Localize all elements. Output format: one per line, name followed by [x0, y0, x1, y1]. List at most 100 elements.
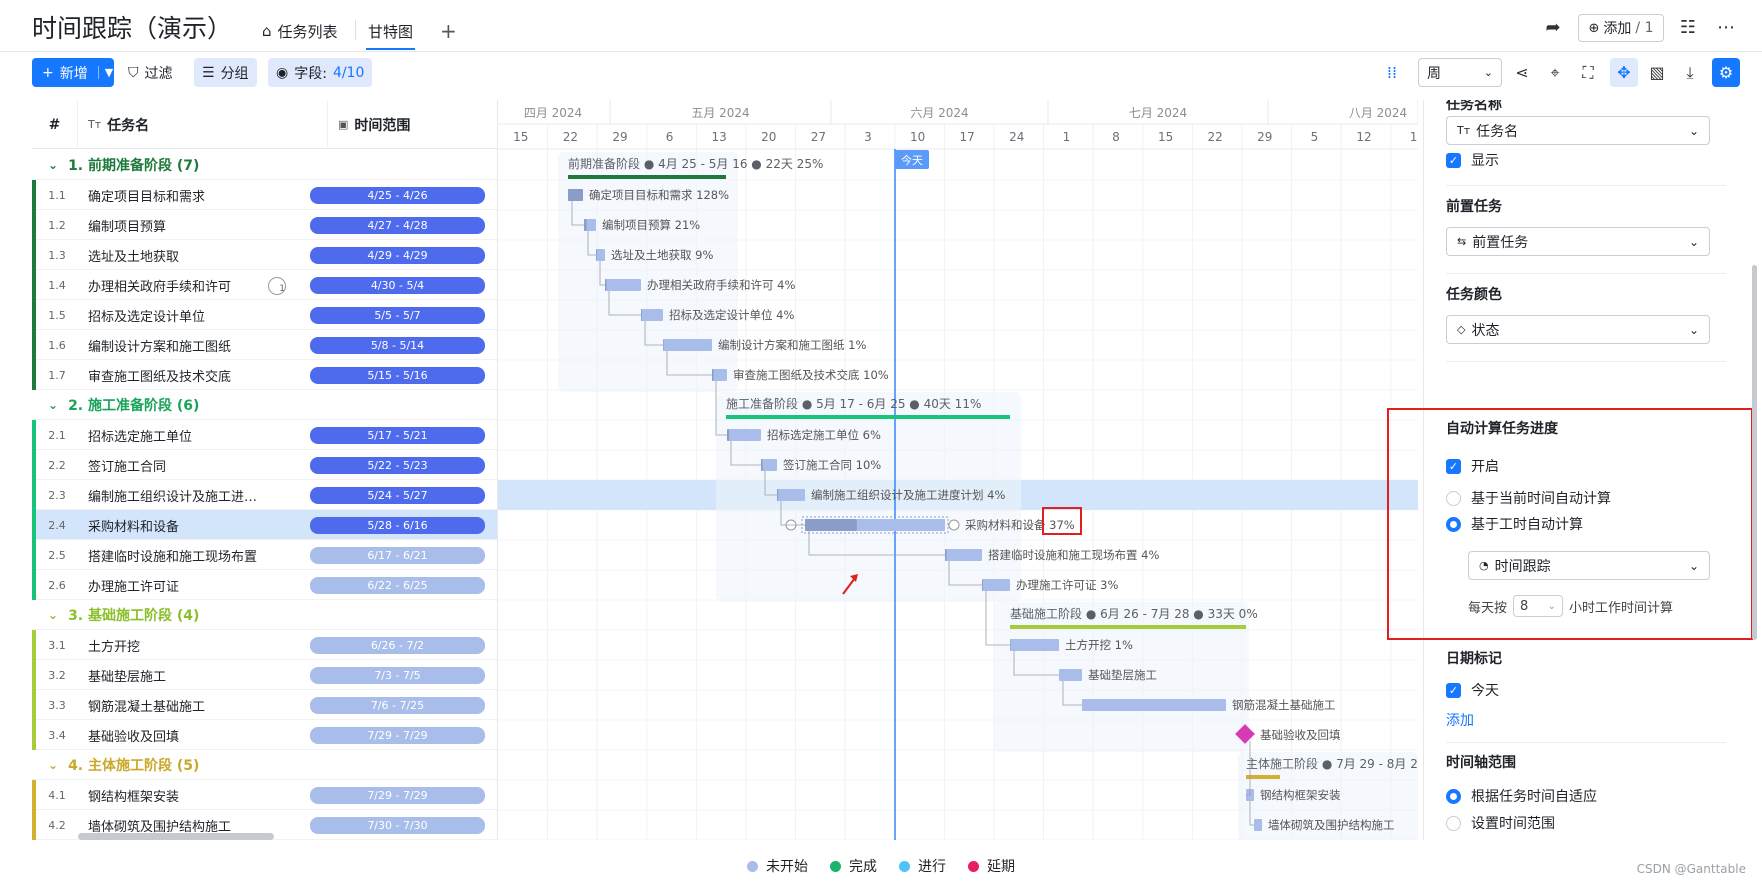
date-mark-today-checkbox[interactable]: ✓ 今天	[1446, 680, 1499, 700]
table-row[interactable]: 2.3 编制施工组织设计及施工进… 5/24 - 5/27	[32, 480, 497, 510]
task-bar[interactable]	[1010, 639, 1059, 651]
task-bar[interactable]	[945, 549, 982, 561]
chevron-down-icon[interactable]: ⌄	[48, 608, 58, 622]
task-name-cell[interactable]: 签订施工合同	[88, 450, 322, 480]
table-row[interactable]: 2.1 招标选定施工单位 5/17 - 5/21	[32, 420, 497, 450]
time-range-pill[interactable]: 4/27 - 4/28	[310, 217, 485, 234]
group-button[interactable]: ☰ 分组	[194, 58, 257, 87]
task-color-select[interactable]: ◇ 状态 ⌄	[1446, 315, 1710, 344]
tab-task-list[interactable]: ⌂ 任务列表	[262, 16, 338, 46]
horizontal-scrollbar[interactable]	[78, 833, 274, 840]
add-date-mark-link[interactable]: 添加	[1446, 710, 1474, 730]
task-bar[interactable]	[727, 429, 761, 441]
time-range-pill[interactable]: 5/22 - 5/23	[310, 457, 485, 474]
task-name-cell[interactable]: 编制项目预算	[88, 210, 322, 240]
task-name-cell[interactable]: 确定项目目标和需求	[88, 180, 322, 210]
time-range-pill[interactable]: 4/30 - 5/4	[310, 277, 485, 294]
time-range-pill[interactable]: 5/24 - 5/27	[310, 487, 485, 504]
group-summary-bar[interactable]	[1246, 775, 1280, 779]
time-range-pill[interactable]: 6/26 - 7/2	[310, 637, 485, 654]
expand-icon[interactable]: ✥	[1610, 58, 1638, 87]
table-row[interactable]: 2.4 采购材料和设备 5/28 - 6/16	[32, 510, 497, 540]
table-row[interactable]: 3.1 土方开挖 6/26 - 7/2	[32, 630, 497, 660]
filter-button[interactable]: ⛉ 过滤	[120, 58, 181, 87]
table-row[interactable]: 2.2 签订施工合同 5/22 - 5/23	[32, 450, 497, 480]
locate-icon[interactable]: ⌖	[1541, 58, 1569, 87]
task-name-cell[interactable]: 选址及土地获取	[88, 240, 322, 270]
column-task-name[interactable]: Tт 任务名	[78, 100, 328, 149]
add-view-button[interactable]: +	[440, 16, 457, 46]
table-row[interactable]: 1.5 招标及选定设计单位 5/5 - 5/7	[32, 300, 497, 330]
table-row[interactable]: 3.3 钢筋混凝土基础施工 7/6 - 7/25	[32, 690, 497, 720]
task-name-cell[interactable]: 办理相关政府手续和许可	[88, 270, 322, 300]
predecessor-select[interactable]: ⇆ 前置任务 ⌄	[1446, 227, 1710, 256]
time-range-pill[interactable]: 5/17 - 5/21	[310, 427, 485, 444]
time-range-pill[interactable]: 6/22 - 6/25	[310, 577, 485, 594]
range-custom-radio[interactable]: 设置时间范围	[1446, 813, 1555, 833]
table-row[interactable]: 1.3 选址及土地获取 4/29 - 4/29	[32, 240, 497, 270]
share-icon[interactable]: ➦	[1540, 14, 1566, 40]
column-time-range[interactable]: ▣ 时间范围	[328, 100, 497, 149]
group-row[interactable]: ⌄ 1. 前期准备阶段 (7)	[32, 150, 497, 180]
table-row[interactable]: 1.4 办理相关政府手续和许可 1 4/30 - 5/4	[32, 270, 497, 300]
critical-path-icon[interactable]: ▧	[1643, 58, 1671, 87]
task-name-cell[interactable]: 土方开挖	[88, 630, 322, 660]
table-row[interactable]: 1.1 确定项目目标和需求 4/25 - 4/26	[32, 180, 497, 210]
time-range-pill[interactable]: 5/28 - 6/16	[310, 517, 485, 534]
time-range-pill[interactable]: 7/29 - 7/29	[310, 727, 485, 744]
task-bar[interactable]	[663, 339, 712, 351]
time-range-pill[interactable]: 5/5 - 5/7	[310, 307, 485, 324]
task-name-select[interactable]: Tт 任务名 ⌄	[1446, 116, 1710, 145]
time-range-pill[interactable]: 4/29 - 4/29	[310, 247, 485, 264]
table-row[interactable]: 1.7 审查施工图纸及技术交底 5/15 - 5/16	[32, 360, 497, 390]
task-name-cell[interactable]: 招标选定施工单位	[88, 420, 322, 450]
task-bar[interactable]	[641, 309, 663, 321]
time-range-pill[interactable]: 5/15 - 5/16	[310, 367, 485, 384]
task-name-cell[interactable]: 审查施工图纸及技术交底	[88, 360, 322, 390]
time-range-pill[interactable]: 7/30 - 7/30	[310, 817, 485, 834]
task-bar[interactable]	[712, 369, 727, 381]
new-button[interactable]: + 新增 ▼	[32, 58, 114, 87]
download-icon[interactable]: ⤓	[1676, 58, 1704, 87]
task-name-cell[interactable]: 办理施工许可证	[88, 570, 322, 600]
time-range-pill[interactable]: 7/3 - 7/5	[310, 667, 485, 684]
table-row[interactable]: 1.6 编制设计方案和施工图纸 5/8 - 5/14	[32, 330, 497, 360]
task-name-cell[interactable]: 基础垫层施工	[88, 660, 322, 690]
chevron-down-icon[interactable]: ▼	[97, 66, 113, 79]
table-row[interactable]: 1.2 编制项目预算 4/27 - 4/28	[32, 210, 497, 240]
chevron-down-icon[interactable]: ⌄	[48, 158, 58, 172]
table-row[interactable]: 2.5 搭建临时设施和施工现场布置 6/17 - 6/21	[32, 540, 497, 570]
period-select[interactable]: 周 ⌄	[1418, 58, 1502, 87]
task-name-cell[interactable]: 招标及选定设计单位	[88, 300, 322, 330]
range-auto-radio[interactable]: 根据任务时间自适应	[1446, 786, 1597, 806]
dependency-icon[interactable]: ⋖	[1508, 58, 1536, 87]
table-row[interactable]: 3.4 基础验收及回填 7/29 - 7/29	[32, 720, 497, 750]
chevron-down-icon[interactable]: ⌄	[48, 398, 58, 412]
table-row[interactable]: 2.6 办理施工许可证 6/22 - 6/25	[32, 570, 497, 600]
time-range-pill[interactable]: 5/8 - 5/14	[310, 337, 485, 354]
time-range-pill[interactable]: 4/25 - 4/26	[310, 187, 485, 204]
task-bar[interactable]	[1254, 819, 1262, 831]
comment-count-badge[interactable]: 1	[268, 277, 286, 295]
task-bar[interactable]	[777, 489, 805, 501]
group-row[interactable]: ⌄ 3. 基础施工阶段 (4)	[32, 600, 497, 630]
task-name-cell[interactable]: 搭建临时设施和施工现场布置	[88, 540, 322, 570]
time-range-pill[interactable]: 6/17 - 6/21	[310, 547, 485, 564]
more-icon[interactable]: ⋯	[1713, 14, 1739, 40]
task-name-cell[interactable]: 基础验收及回填	[88, 720, 322, 750]
fit-screen-icon[interactable]: ⛶	[1574, 58, 1602, 87]
baseline-icon[interactable]: ⁞⁞	[1378, 58, 1406, 87]
add-member-button[interactable]: ⊕ 添加 / 1	[1578, 14, 1664, 42]
column-index[interactable]: #	[32, 100, 78, 149]
group-row[interactable]: ⌄ 2. 施工准备阶段 (6)	[32, 390, 497, 420]
list-settings-icon[interactable]: ☷	[1675, 14, 1701, 40]
link-handle[interactable]	[948, 519, 960, 531]
task-name-cell[interactable]: 钢筋混凝土基础施工	[88, 690, 322, 720]
task-bar[interactable]	[1059, 669, 1082, 681]
fields-button[interactable]: ◉ 字段: 4/10	[268, 58, 373, 87]
table-row[interactable]: 4.1 钢结构框架安装 7/29 - 7/29	[32, 780, 497, 810]
table-row[interactable]: 3.2 基础垫层施工 7/3 - 7/5	[32, 660, 497, 690]
task-bar[interactable]	[596, 249, 605, 261]
panel-scrollbar[interactable]	[1752, 265, 1757, 640]
time-range-pill[interactable]: 7/29 - 7/29	[310, 787, 485, 804]
